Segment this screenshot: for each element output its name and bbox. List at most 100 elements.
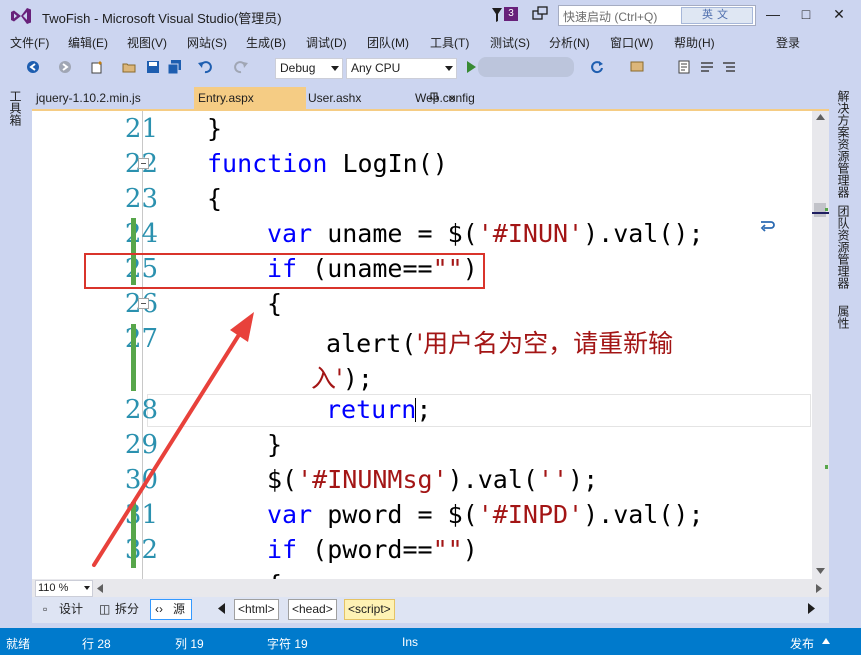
minimize-button[interactable]: — [762, 4, 784, 24]
annotation-highlight-box [84, 253, 485, 289]
keyword: var [267, 500, 313, 529]
feedback-icon[interactable] [532, 6, 548, 22]
menu-file[interactable]: 文件(F) [10, 34, 49, 51]
keyword: function [207, 149, 328, 178]
solution-platform-dropdown[interactable]: Any CPU [346, 58, 457, 79]
menu-test[interactable]: 测试(S) [490, 34, 530, 51]
menu-window[interactable]: 窗口(W) [610, 34, 653, 51]
publish-expand-icon[interactable] [822, 638, 830, 644]
vertical-scrollbar[interactable] [812, 111, 829, 579]
word-wrap-icon [760, 221, 775, 232]
bookmark-icon[interactable] [722, 60, 736, 74]
open-file-icon[interactable] [122, 60, 136, 74]
scroll-up-icon[interactable] [816, 114, 825, 120]
string-literal: 入' [311, 364, 343, 393]
navigate-forward-icon[interactable] [58, 60, 72, 74]
outline-collapse-toggle[interactable] [138, 158, 149, 169]
code-line-22: function LogIn() [207, 149, 448, 178]
platform-value: Any CPU [351, 61, 401, 75]
breadcrumb-right-icon[interactable] [807, 603, 815, 614]
save-icon[interactable] [146, 60, 160, 74]
menu-build[interactable]: 生成(B) [246, 34, 286, 51]
new-project-icon[interactable] [90, 60, 104, 74]
code-text: $( [267, 465, 298, 494]
code-line-29: } [267, 430, 283, 459]
menu-edit[interactable]: 编辑(E) [68, 34, 108, 51]
breadcrumb-head[interactable]: <head> [288, 599, 337, 620]
menu-help[interactable]: 帮助(H) [674, 34, 715, 51]
code-line-23: { [207, 184, 223, 213]
browser-link-icon[interactable] [630, 60, 644, 74]
menu-view[interactable]: 视图(V) [127, 34, 167, 51]
uncomment-icon[interactable] [700, 60, 714, 74]
scroll-right-icon[interactable] [816, 584, 822, 593]
redo-icon[interactable] [234, 60, 248, 74]
browser-target-dropdown[interactable] [478, 57, 574, 77]
code-text: ) [462, 535, 478, 564]
configuration-value: Debug [280, 61, 316, 75]
menu-website[interactable]: 网站(S) [187, 34, 227, 51]
tab-web-config[interactable]: Web.config [411, 87, 515, 109]
document-tab-bar: jquery-1.10.2.min.js Entry.aspx × User.a… [32, 87, 812, 109]
quick-launch-input[interactable]: 快速启动 (Ctrl+Q) 英文 [558, 5, 756, 26]
breadcrumb-script[interactable]: <script> [344, 599, 395, 620]
notification-flag-icon[interactable] [490, 7, 504, 23]
tab-jquery[interactable]: jquery-1.10.2.min.js [32, 87, 194, 109]
status-column: 列 19 [175, 637, 204, 651]
zoom-level-dropdown[interactable]: 110 % [35, 580, 93, 597]
solution-explorer-tab[interactable]: 解决方案资源管理器 [836, 90, 852, 198]
toggle-comment-icon[interactable] [677, 60, 691, 74]
scroll-down-icon[interactable] [816, 568, 825, 574]
toolbox-tab[interactable]: 工具箱 [8, 90, 24, 126]
annotation-arrow-icon [92, 312, 254, 567]
tab-label: jquery-1.10.2.min.js [36, 91, 141, 105]
notification-count-badge[interactable]: 3 [504, 7, 518, 21]
team-explorer-tab[interactable]: 团队资源管理器 [836, 205, 852, 289]
source-view-button[interactable]: ‹› 源 [150, 599, 192, 620]
zoom-value: 110 % [38, 582, 69, 594]
start-debugging-icon[interactable] [464, 60, 478, 74]
save-all-icon[interactable] [168, 60, 182, 74]
close-window-button[interactable]: ✕ [828, 4, 850, 24]
menu-tools[interactable]: 工具(T) [430, 34, 469, 51]
visual-studio-logo-icon [11, 8, 31, 24]
breadcrumb-left-icon[interactable] [218, 603, 226, 614]
split-view-button[interactable]: ◫ 拆分 [94, 599, 144, 620]
design-view-button[interactable]: ▫ 设计 [38, 599, 90, 620]
scroll-left-icon[interactable] [97, 584, 103, 593]
line-number: 24 [124, 219, 158, 249]
properties-tab[interactable]: 属性 [836, 305, 852, 329]
undo-icon[interactable] [198, 60, 212, 74]
solution-configuration-dropdown[interactable]: Debug [275, 58, 343, 79]
refresh-browser-icon[interactable] [590, 60, 604, 74]
tab-label: Entry.aspx [198, 91, 254, 105]
string-literal: '' [537, 465, 569, 494]
code-line-27-wrapped: 入'); [311, 359, 373, 395]
navigate-back-icon[interactable] [26, 60, 40, 74]
menu-analyze[interactable]: 分析(N) [549, 34, 590, 51]
tab-label: Web.config [415, 91, 475, 105]
code-line-31: var pword = $('#INPD').val(); [267, 500, 704, 529]
window-title: TwoFish - Microsoft Visual Studio(管理员) [42, 11, 282, 26]
maximize-button[interactable]: □ [795, 4, 817, 24]
menu-debug[interactable]: 调试(D) [306, 34, 347, 51]
change-map-marker [825, 465, 828, 469]
string-literal: "" [432, 535, 463, 564]
html-view-bar: ▫ 设计 ◫ 拆分 ‹› 源 <html> <head> <script> [32, 597, 829, 623]
menu-team[interactable]: 团队(M) [367, 34, 409, 51]
breadcrumb-html[interactable]: <html> [234, 599, 279, 620]
line-number: 21 [124, 114, 158, 144]
change-map-marker [825, 208, 828, 211]
sign-in-link[interactable]: 登录 [776, 34, 800, 51]
status-ready: 就绪 [6, 637, 31, 651]
tab-entry-aspx[interactable]: Entry.aspx × [194, 87, 456, 109]
tab-user-ashx[interactable]: User.ashx [304, 87, 408, 109]
code-text: ); [568, 465, 599, 494]
string-literal: '#INUN' [477, 219, 584, 248]
string-literal: '#INUNMsg' [297, 465, 448, 494]
ime-language-badge: 英文 [681, 7, 753, 24]
publish-button[interactable]: 发布 [790, 635, 814, 652]
status-bar: 就绪 行 28 列 19 字符 19 Ins 发布 [0, 628, 861, 655]
horizontal-scrollbar[interactable] [32, 579, 829, 597]
menu-bar: 文件(F) 编辑(E) 视图(V) 网站(S) 生成(B) 调试(D) 团队(M… [0, 30, 861, 52]
